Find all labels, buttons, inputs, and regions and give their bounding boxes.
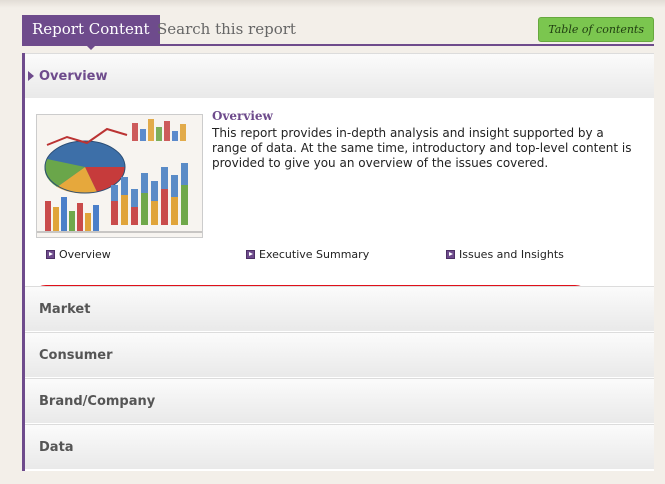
section-header-brand-company[interactable]: Brand/Company xyxy=(25,378,654,423)
tab-divider xyxy=(22,44,654,46)
link-issues-and-insights[interactable]: Issues and Insights xyxy=(446,246,564,264)
link-label: Issues and Insights xyxy=(459,248,564,261)
link-overview[interactable]: Overview xyxy=(46,246,111,264)
overview-title: Overview xyxy=(212,109,273,123)
report-content-panel: Overview Overview This report provides i… xyxy=(22,53,654,471)
section-header-consumer[interactable]: Consumer xyxy=(25,332,654,377)
report-thumbnail-image xyxy=(36,114,203,238)
table-of-contents-button[interactable]: Table of contents xyxy=(538,17,654,42)
play-arrow-icon xyxy=(246,250,255,259)
section-header-label: Data xyxy=(39,440,74,455)
expand-caret-icon xyxy=(28,71,34,81)
section-header-overview[interactable]: Overview xyxy=(25,53,654,98)
overview-description: This report provides in-depth analysis a… xyxy=(212,126,632,170)
section-header-label: Consumer xyxy=(39,348,113,363)
section-header-label: Brand/Company xyxy=(39,394,156,409)
overview-links: Overview Executive Summary Issues and In… xyxy=(41,246,641,266)
tab-search-report[interactable]: Search this report xyxy=(157,15,296,44)
play-arrow-icon xyxy=(46,250,55,259)
section-header-market[interactable]: Market xyxy=(25,286,654,331)
overview-section-body: Overview This report provides in-depth a… xyxy=(25,99,654,326)
section-header-data[interactable]: Data xyxy=(25,424,654,469)
link-label: Executive Summary xyxy=(259,248,370,261)
top-shadow xyxy=(0,0,665,8)
section-header-label: Market xyxy=(39,302,91,317)
link-executive-summary[interactable]: Executive Summary xyxy=(246,246,369,264)
section-header-label: Overview xyxy=(39,69,108,84)
report-tab-bar: Report Content Search this report Table … xyxy=(22,15,654,50)
play-arrow-icon xyxy=(446,250,455,259)
charts-collage-icon xyxy=(37,115,202,237)
link-label: Overview xyxy=(59,248,111,261)
tab-report-content[interactable]: Report Content xyxy=(22,15,160,50)
